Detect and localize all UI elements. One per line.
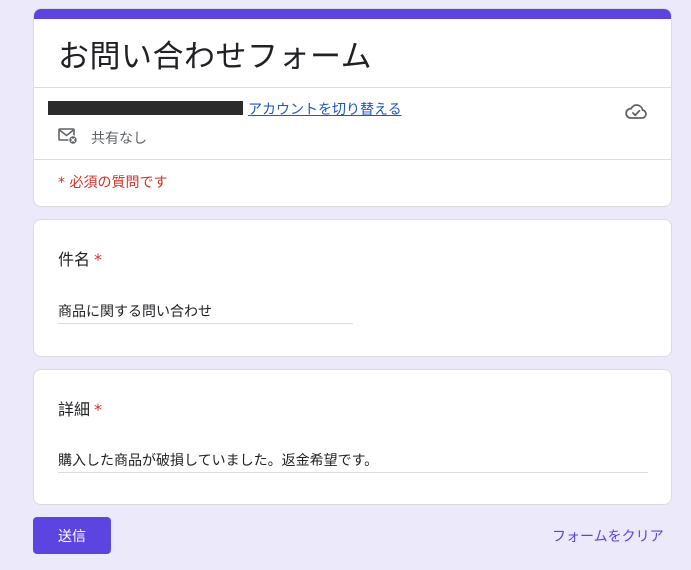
question-card-subject: 件名 * 商品に関する問い合わせ — [33, 219, 672, 357]
sharing-status: 共有なし — [91, 131, 147, 147]
question-card-details: 詳細 * 購入した商品が破損していました。返金希望です。 — [33, 369, 672, 505]
header-accent-bar — [34, 9, 671, 19]
required-note: * 必須の質問です — [58, 175, 168, 191]
form-header-card: お問い合わせフォーム アカウントを切り替える 共有なし * 必須の質問です — [33, 8, 672, 207]
subject-input[interactable]: 商品に関する問い合わせ — [58, 301, 212, 321]
input-underline — [58, 472, 648, 473]
cloud-check-icon — [625, 104, 647, 119]
form-title: お問い合わせフォーム — [58, 39, 373, 75]
header-divider — [34, 87, 671, 88]
required-asterisk: * — [94, 400, 103, 419]
submit-button[interactable]: 送信 — [33, 517, 111, 554]
redacted-account-email — [48, 101, 243, 115]
required-asterisk: * — [94, 250, 103, 269]
mail-not-shared-icon — [58, 128, 78, 145]
input-underline — [58, 323, 353, 324]
switch-account-link[interactable]: アカウントを切り替える — [248, 99, 402, 119]
question-label: 詳細 — [58, 400, 91, 419]
question-title: 詳細 * — [58, 396, 102, 420]
header-divider — [34, 159, 671, 160]
question-title: 件名 * — [58, 246, 102, 270]
details-input[interactable]: 購入した商品が破損していました。返金希望です。 — [58, 450, 378, 470]
clear-form-button[interactable]: フォームをクリア — [552, 526, 664, 546]
question-label: 件名 — [58, 250, 91, 269]
